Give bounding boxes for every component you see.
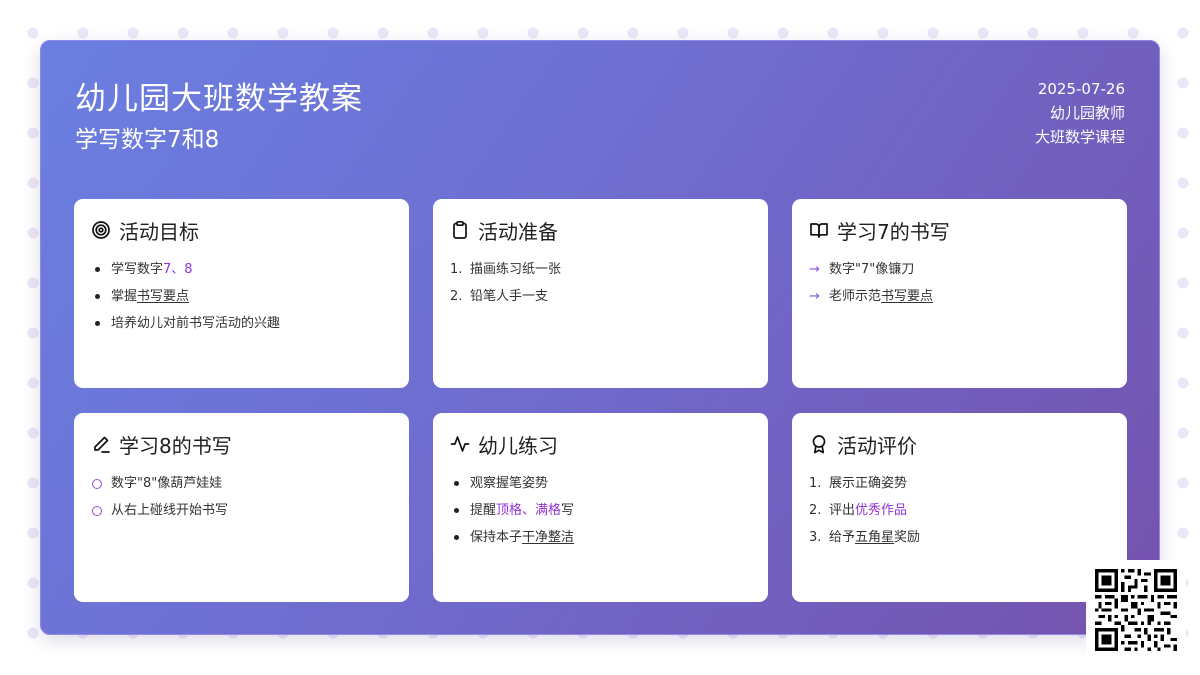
pencil-icon — [91, 434, 111, 454]
lesson-plan-panel: 幼儿园大班数学教案 学写数字7和8 2025-07-26 幼儿园教师 大班数学课… — [40, 40, 1160, 635]
card-title: 学习7的书写 — [837, 219, 950, 244]
list-item: 掌握 书写要点 — [91, 283, 392, 310]
target-icon — [91, 220, 111, 240]
page-subtitle: 学写数字7和8 — [75, 127, 220, 153]
highlight-text: 7、8 — [163, 262, 193, 277]
list-item: 1. 展示正确姿势 — [809, 476, 908, 491]
list-item: 保持本子 干净整洁 — [450, 524, 751, 551]
book-open-icon — [809, 220, 829, 240]
card-activity-evaluation: 活动评价 1. 展示正确姿势 2. 评出 优秀作品 3. 给予 五角星 奖励 — [792, 413, 1127, 602]
card-learn-seven: 学习7的书写 → 数字"7"像镰刀 → 老师示范 书写要点 — [792, 199, 1127, 388]
card-title: 活动准备 — [478, 219, 558, 244]
meta-info: 2025-07-26 幼儿园教师 大班数学课程 — [1035, 77, 1125, 149]
author-text: 幼儿园教师 — [1049, 104, 1125, 122]
underlined-text: 干净整洁 — [522, 530, 575, 545]
highlight-text: 优秀作品 — [855, 503, 908, 518]
award-icon — [809, 434, 829, 454]
card-title: 幼儿练习 — [478, 433, 558, 458]
activity-icon — [450, 434, 470, 454]
qr-code — [1086, 560, 1186, 660]
list-item: → 数字"7"像镰刀 — [809, 262, 915, 277]
card-activity-preparation: 活动准备 1. 描画练习纸一张 2. 铅笔人手一支 — [433, 199, 768, 388]
card-title: 活动目标 — [119, 219, 199, 244]
list-item: 2. 评出 优秀作品 — [809, 497, 1110, 524]
underlined-text: 五角星 — [855, 530, 895, 545]
list-item: 观察握笔姿势 — [450, 470, 751, 497]
list-item: 2. 铅笔人手一支 — [450, 289, 549, 304]
course-text: 大班数学课程 — [1034, 128, 1125, 146]
card-title: 学习8的书写 — [119, 433, 232, 458]
list-item: 学写数字 7、8 — [91, 256, 392, 283]
list-item: 3. 给予 五角星 奖励 — [809, 524, 1110, 551]
card-activity-goals: 活动目标 学写数字 7、8 掌握 书写要点 培养幼儿对前书写活动的兴趣 — [74, 199, 409, 388]
list-item: 从右上碰线开始书写 — [91, 497, 392, 524]
page-title: 幼儿园大班数学教案 — [75, 81, 363, 117]
card-child-practice: 幼儿练习 观察握笔姿势 提醒 顶格、满格写 保持本子 干净整洁 — [433, 413, 768, 602]
highlight-text: 顶格、满格 — [496, 503, 562, 518]
underlined-text: 书写要点 — [137, 289, 190, 304]
list-item: 1. 描画练习纸一张 — [450, 262, 562, 277]
clipboard-icon — [450, 220, 470, 240]
list-item: 数字"8"像葫芦娃娃 — [91, 470, 392, 497]
card-title: 活动评价 — [837, 433, 917, 458]
list-item: 培养幼儿对前书写活动的兴趣 — [91, 310, 392, 337]
list-item: → 老师示范 书写要点 — [809, 283, 1110, 310]
list-item: 提醒 顶格、满格写 — [450, 497, 751, 524]
date-text: 2025-07-26 — [1037, 80, 1125, 98]
card-learn-eight: 学习8的书写 数字"8"像葫芦娃娃 从右上碰线开始书写 — [74, 413, 409, 602]
underlined-text: 书写要点 — [881, 289, 934, 304]
